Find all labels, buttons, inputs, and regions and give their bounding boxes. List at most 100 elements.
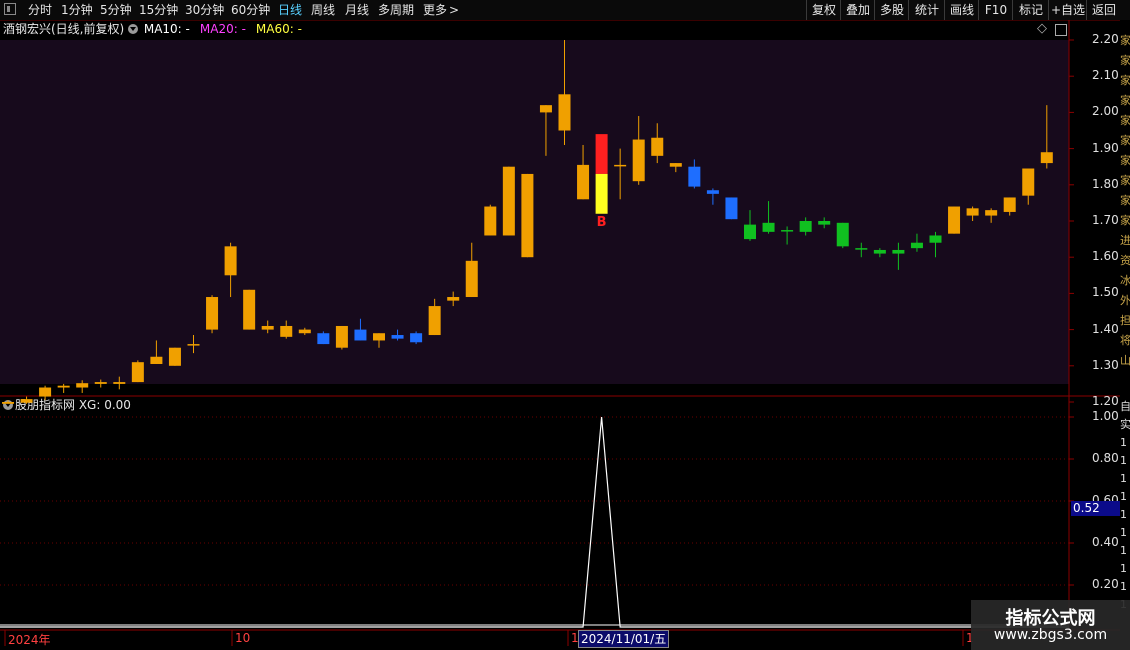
xg-indicator-line <box>0 416 1069 628</box>
current-indicator-value: 0.52 <box>1071 501 1120 516</box>
candle-body <box>651 137 664 156</box>
candle-body <box>818 221 831 225</box>
more-arrow-icon[interactable]: > <box>449 0 459 20</box>
toolbar-button-7[interactable]: +自选 <box>1048 0 1087 20</box>
strip-char-lower: 1 <box>1120 508 1127 521</box>
candle-body <box>428 306 441 336</box>
candle-body <box>1040 152 1053 164</box>
toolbar-button-6[interactable]: 标记 <box>1012 0 1049 20</box>
candle-body <box>39 387 52 397</box>
strip-char-lower: 1 <box>1120 544 1127 557</box>
candle-body <box>929 235 942 243</box>
selected-date: 2024/11/01/五 <box>578 630 670 648</box>
sidebar-toggle-icon[interactable] <box>4 3 16 15</box>
candle-body <box>614 164 627 167</box>
ma-settings-icon[interactable] <box>128 24 139 34</box>
strip-char-lower: 1 <box>1120 580 1127 593</box>
period-tab-7[interactable]: 周线 <box>311 0 335 20</box>
candle-body <box>892 249 905 254</box>
indicator-line <box>0 416 1069 628</box>
price-tick-label: 1.40 <box>1092 321 1119 336</box>
period-tab-5[interactable]: 60分钟 <box>231 0 270 20</box>
period-tab-10[interactable]: 更多 <box>423 0 447 20</box>
time-label: 2024年 <box>8 633 51 647</box>
price-tick-label: 1.20 <box>1092 394 1119 408</box>
strip-char-lower: 实 <box>1120 418 1130 431</box>
watermark: 指标公式网 www.zbgs3.com <box>971 600 1130 650</box>
right-info-strip: 家家家家家家家家家家进资冰外担将山 自实1111111111 <box>1120 20 1130 650</box>
price-tick-label: 2.10 <box>1092 68 1119 83</box>
candle-body <box>744 224 756 240</box>
toolbar-button-1[interactable]: 叠加 <box>840 0 875 20</box>
strip-char: 山 <box>1120 354 1130 367</box>
candle-body <box>335 325 348 348</box>
period-tab-4[interactable]: 30分钟 <box>185 0 224 20</box>
candle-body <box>521 173 534 258</box>
price-tick-label: 1.70 <box>1092 213 1119 227</box>
candle-body <box>243 289 256 330</box>
candle-body <box>131 362 144 383</box>
kline-chart[interactable] <box>0 0 1130 650</box>
ma-label-0: MA10: - <box>143 22 190 36</box>
price-tick-label: 1.80 <box>1092 176 1119 191</box>
toolbar-button-2[interactable]: 多股 <box>874 0 909 20</box>
candle-body <box>539 105 552 113</box>
period-tab-3[interactable]: 15分钟 <box>139 0 178 20</box>
ma-label-2: MA60: - <box>255 22 302 36</box>
candle-body <box>855 248 868 250</box>
candle-body <box>1003 197 1016 212</box>
candle-body <box>57 385 70 388</box>
diamond-icon[interactable]: ◇ <box>1037 21 1047 37</box>
ma-label-1: MA20: - <box>199 22 246 36</box>
candle-body <box>873 249 886 254</box>
period-tab-1[interactable]: 1分钟 <box>61 0 93 20</box>
toolbar-button-4[interactable]: 画线 <box>944 0 979 20</box>
candle-body <box>781 230 794 232</box>
maximize-icon[interactable] <box>1055 24 1067 36</box>
toolbar-button-3[interactable]: 统计 <box>908 0 945 20</box>
candle-body <box>577 164 590 200</box>
strip-char-lower: 1 <box>1120 526 1127 539</box>
candle-body <box>502 166 515 236</box>
candle-body <box>168 347 181 366</box>
price-axis <box>1069 39 1074 403</box>
toolbar-button-8[interactable]: 返回 <box>1086 0 1121 20</box>
indicator-panel-header: 股朋指标网 XG: 0.00 <box>3 397 131 413</box>
candle-body <box>706 190 719 194</box>
candle-body <box>113 382 126 384</box>
strip-char: 进 <box>1120 234 1130 247</box>
period-tab-9[interactable]: 多周期 <box>378 0 414 20</box>
candle-body <box>558 94 571 131</box>
toolbar-button-5[interactable]: F10 <box>978 0 1013 20</box>
strip-char: 将 <box>1120 334 1130 347</box>
candle-body <box>261 325 274 330</box>
period-tab-0[interactable]: 分时 <box>28 0 52 20</box>
period-tab-8[interactable]: 月线 <box>345 0 369 20</box>
candle-body <box>373 333 385 341</box>
stock-title: 酒钢宏兴(日线,前复权) <box>3 22 125 36</box>
candle-body <box>465 260 478 298</box>
toolbar-button-0[interactable]: 复权 <box>806 0 841 20</box>
candle-body <box>1022 168 1035 196</box>
candle-body <box>836 222 849 247</box>
candle-body <box>94 382 107 384</box>
ma-labels: MA10: - MA20: - MA60: - <box>144 22 312 36</box>
candle-body <box>669 163 682 167</box>
strip-char-lower: 1 <box>1120 454 1127 467</box>
candle-body <box>206 297 219 330</box>
candle-body <box>484 206 497 236</box>
period-tab-6[interactable]: 日线 <box>278 0 302 20</box>
indicator-tick-label: 0.80 <box>1092 451 1119 465</box>
indicator-settings-icon[interactable] <box>3 400 13 410</box>
period-tab-2[interactable]: 5分钟 <box>100 0 132 20</box>
price-panel-header: 酒钢宏兴(日线,前复权) MA10: - MA20: - MA60: - <box>3 21 312 37</box>
price-tick-label: 1.60 <box>1092 249 1119 264</box>
strip-char: 家 <box>1120 214 1130 227</box>
strip-char: 家 <box>1120 114 1130 127</box>
candle-body <box>224 246 237 276</box>
strip-char: 家 <box>1120 154 1130 167</box>
strip-char: 家 <box>1120 174 1130 187</box>
indicator-tick-label: 1.00 <box>1092 409 1119 423</box>
price-tick-label: 1.90 <box>1092 140 1119 155</box>
buy-signal-bar-yellow <box>595 173 608 214</box>
